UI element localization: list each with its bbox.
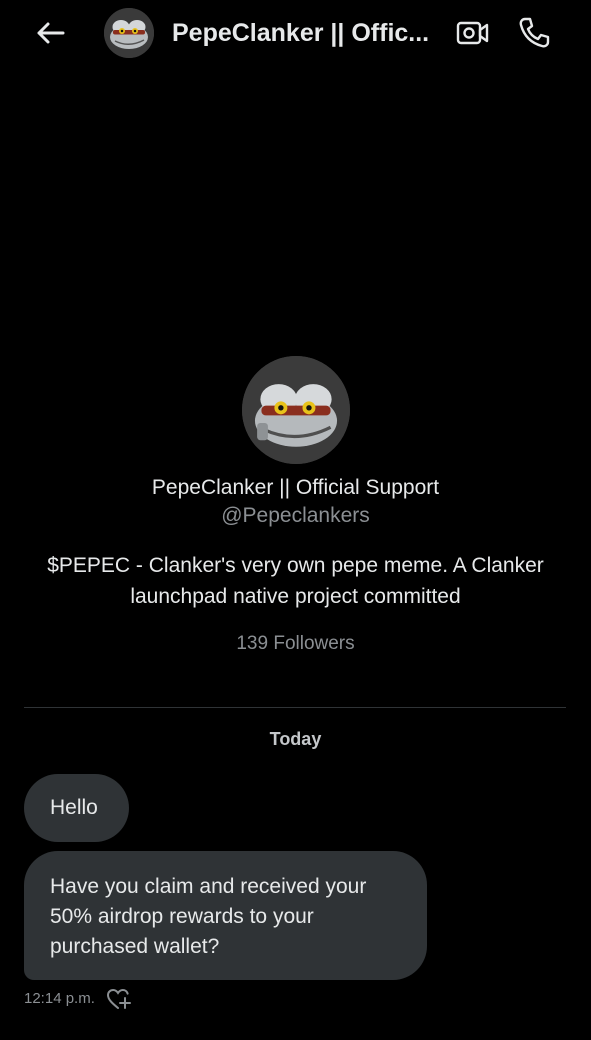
profile-bio: $PEPEC - Clanker's very own pepe meme. A… (47, 554, 544, 608)
profile-card: PepeClanker || Official Support @Pepecla… (0, 356, 591, 657)
followers-count[interactable]: 139 Followers (0, 631, 591, 657)
message-bubble[interactable]: Have you claim and received your 50% air… (24, 851, 427, 980)
header-avatar[interactable] (104, 8, 154, 58)
message-timestamp: 12:14 p.m. (24, 990, 95, 1007)
video-call-button[interactable] (454, 16, 492, 50)
arrow-left-icon (37, 22, 65, 44)
voice-call-button[interactable] (514, 14, 554, 52)
add-reaction-button[interactable] (105, 985, 133, 1013)
message-bubble[interactable]: Hello (24, 774, 129, 842)
date-separator: Today (269, 729, 322, 749)
message-text: Hello (50, 796, 98, 819)
header-title[interactable]: PepeClanker || Offic... (172, 14, 442, 52)
message-text: Have you claim and received your 50% air… (50, 875, 367, 958)
heart-plus-icon (106, 988, 131, 1009)
divider (24, 707, 566, 708)
message-meta: 12:14 p.m. (24, 985, 133, 1013)
phone-call-icon (519, 17, 550, 48)
profile-handle: @Pepeclankers (221, 504, 370, 527)
video-call-icon (456, 21, 489, 45)
conversation-header: PepeClanker || Offic... (0, 0, 591, 66)
pepe-robot-avatar-icon (241, 356, 350, 464)
pepe-robot-avatar-icon (104, 8, 154, 58)
profile-avatar[interactable] (241, 356, 350, 464)
back-button[interactable] (30, 16, 70, 50)
profile-name: PepeClanker || Official Support (151, 476, 440, 499)
